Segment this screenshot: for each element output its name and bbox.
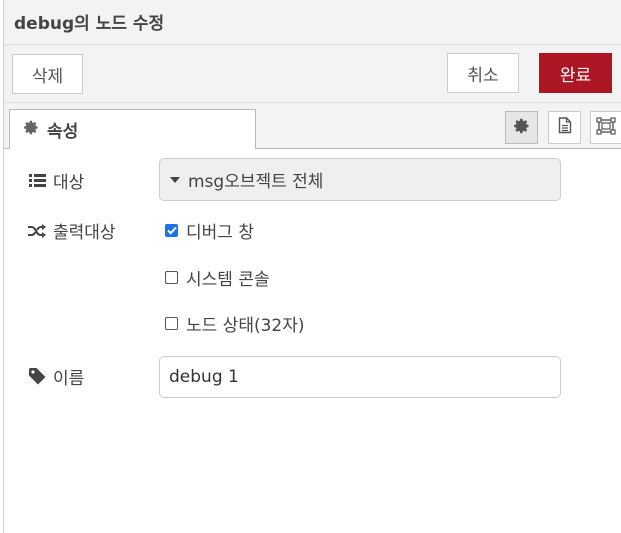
- tag-icon: [28, 368, 46, 385]
- debug-window-label: 디버그 창: [186, 223, 254, 243]
- option-node-status[interactable]: 노드 상태(32자): [165, 311, 305, 336]
- tray-toolbar: 삭제 취소 완료: [4, 45, 621, 103]
- gear-icon: [24, 120, 39, 140]
- name-label: 이름: [28, 364, 84, 389]
- system-console-label: 시스템 콘솔: [186, 270, 270, 290]
- output-label: 출력대상: [28, 218, 116, 243]
- option-system-console[interactable]: 시스템 콘솔: [165, 265, 270, 290]
- list-icon: [28, 174, 46, 187]
- checkmark-icon: [166, 226, 177, 235]
- output-label-text: 출력대상: [53, 223, 116, 243]
- gear-icon: [513, 118, 530, 138]
- node-status-label: 노드 상태(32자): [186, 316, 305, 336]
- cancel-button[interactable]: 취소: [447, 53, 519, 93]
- description-tab-button[interactable]: [548, 111, 581, 144]
- target-select[interactable]: msg오브젝트 전체: [159, 158, 561, 201]
- edit-tray: debug의 노드 수정 삭제 취소 완료 속성 대상 msg오브젝트 전체 출…: [3, 0, 621, 533]
- target-label-text: 대상: [53, 173, 85, 193]
- name-label-text: 이름: [53, 369, 85, 389]
- shuffle-icon: [28, 223, 46, 238]
- tab-properties[interactable]: 속성: [9, 109, 256, 149]
- delete-button[interactable]: 삭제: [12, 54, 83, 94]
- appearance-tab-button[interactable]: [590, 111, 621, 144]
- option-debug-window[interactable]: 디버그 창: [165, 218, 254, 243]
- name-input[interactable]: [159, 356, 561, 398]
- tab-properties-label: 속성: [47, 122, 79, 142]
- debug-window-checkbox[interactable]: [165, 224, 178, 237]
- tab-bar: 속성: [4, 103, 621, 149]
- caret-down-icon: [170, 176, 180, 183]
- done-button[interactable]: 완료: [539, 53, 612, 93]
- frame-icon: [596, 116, 616, 139]
- node-status-checkbox[interactable]: [165, 317, 178, 330]
- system-console-checkbox[interactable]: [165, 271, 178, 284]
- document-icon: [558, 117, 572, 138]
- dialog-title: debug의 노드 수정: [14, 14, 165, 34]
- target-select-value: msg오브젝트 전체: [188, 172, 324, 192]
- settings-tab-button[interactable]: [505, 111, 538, 144]
- tray-header: debug의 노드 수정: [4, 0, 621, 45]
- target-label: 대상: [28, 168, 84, 193]
